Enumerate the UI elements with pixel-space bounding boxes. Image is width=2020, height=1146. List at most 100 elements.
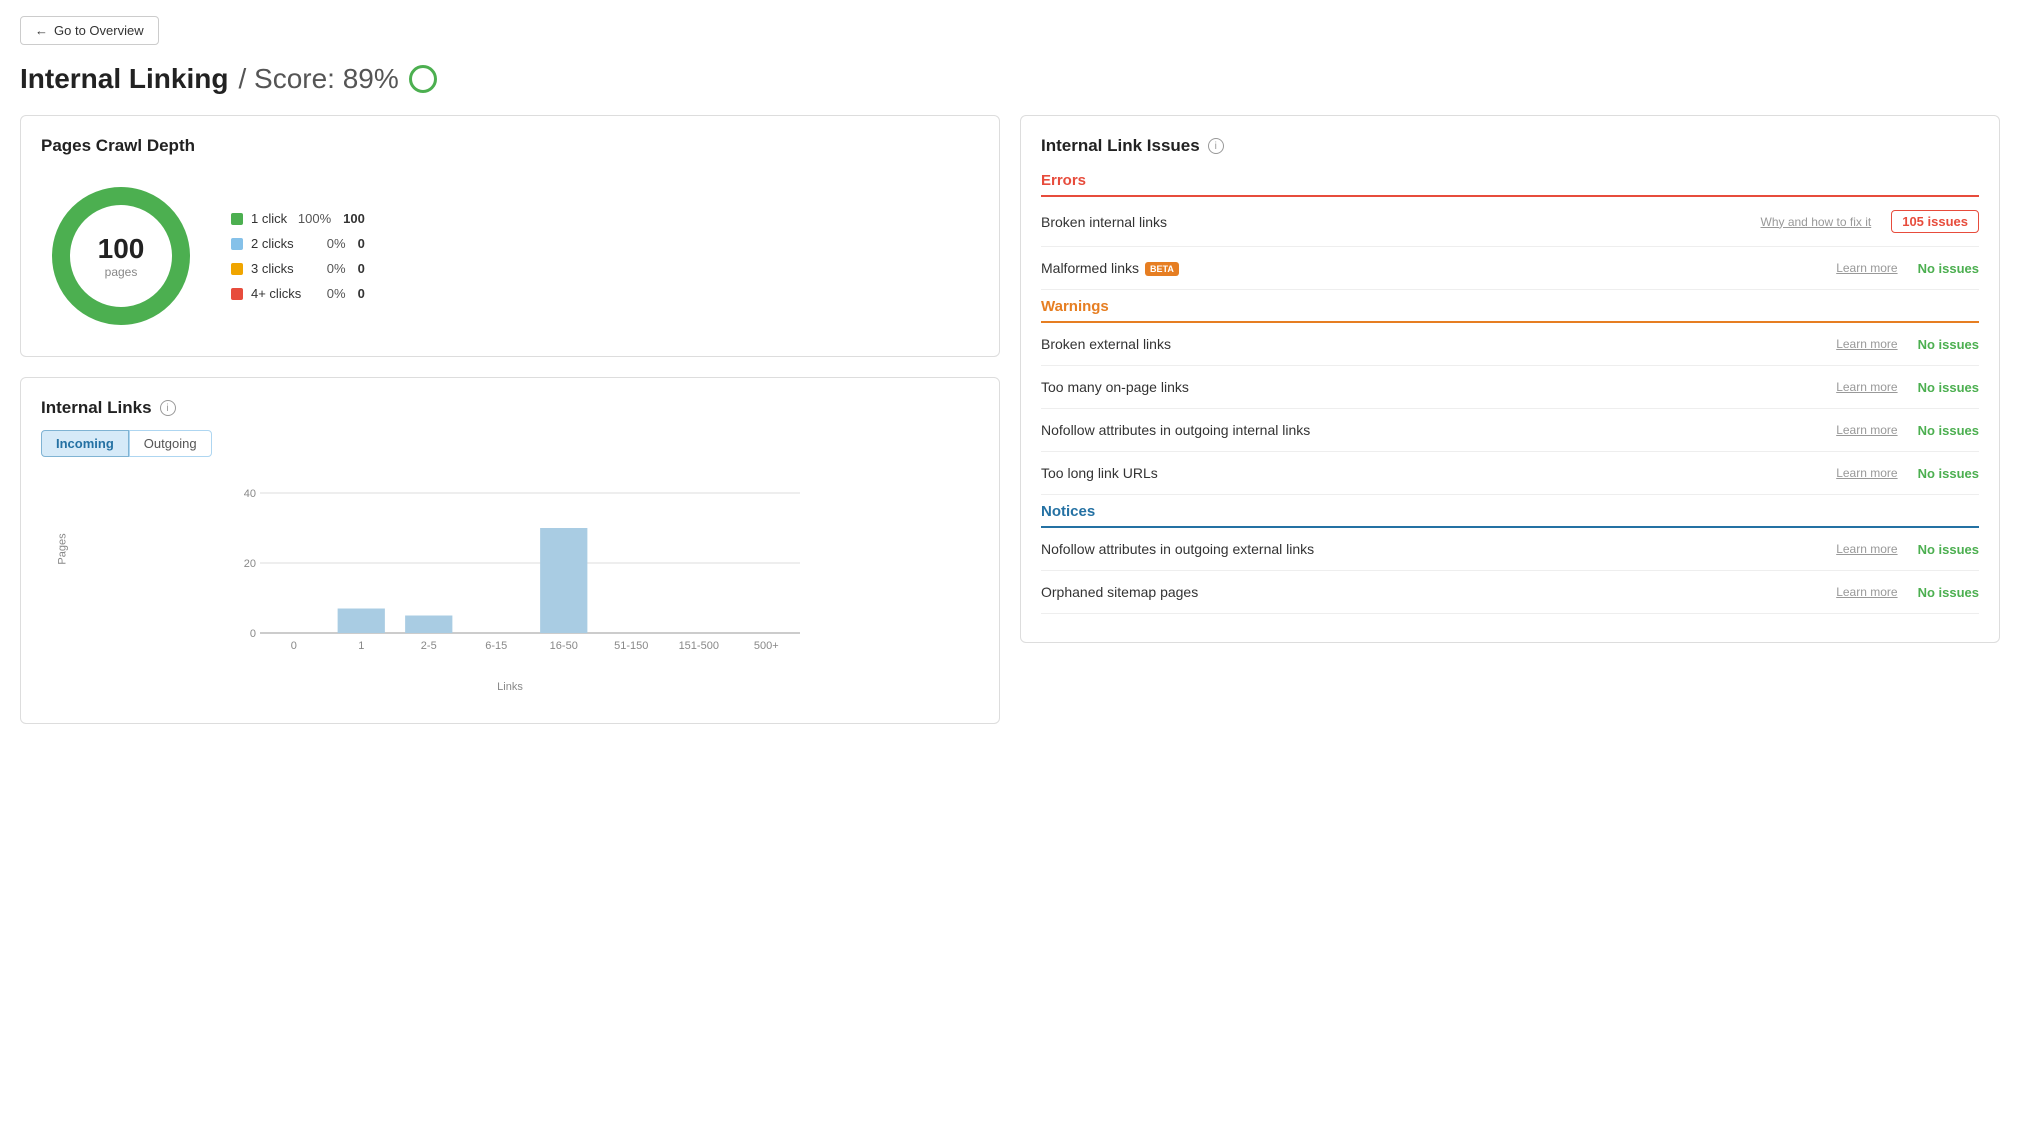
issue-count: No issues [1918,337,1979,352]
issue-name: Too many on-page links [1041,379,1836,395]
section-warnings: WarningsBroken external linksLearn moreN… [1041,298,1979,495]
tab-row: IncomingOutgoing [41,430,979,457]
y-axis-label: Pages [57,533,69,564]
issue-row: Too long link URLsLearn moreNo issues [1041,452,1979,495]
panel-title: Internal Link Issues [1041,136,1200,156]
learn-more-link[interactable]: Learn more [1836,423,1897,437]
legend-count: 0 [358,261,365,276]
donut-section: 100 pages 1 click 100% 100 2 clicks 0% 0… [41,176,979,336]
legend-label: 2 clicks [251,236,302,251]
svg-text:2-5: 2-5 [421,640,437,652]
learn-more-link[interactable]: Learn more [1836,261,1897,275]
svg-text:0: 0 [291,640,297,652]
donut-chart: 100 pages [41,176,201,336]
legend-pct: 100% [295,211,331,226]
issue-name: Nofollow attributes in outgoing internal… [1041,422,1836,438]
bar [540,528,587,633]
issue-row: Orphaned sitemap pagesLearn more No issue… [1041,571,1979,614]
info-icon: i [160,400,176,416]
section-header-warnings: Warnings [1041,298,1979,323]
legend-dot [231,238,243,250]
issues-sections: ErrorsBroken internal linksWhy and how t… [1041,172,1979,614]
bar-chart-svg: 0 20 40 0 1 2-5 6-15 16-50 51-150 151-500 500+ [91,483,969,663]
internal-links-title-row: Internal Links i [41,398,979,418]
issue-name: Malformed linksBETA [1041,260,1836,276]
main-layout: Pages Crawl Depth 100 pages [20,115,2000,724]
section-notices: NoticesNofollow attributes in outgoing e… [1041,503,1979,614]
svg-text:1: 1 [358,640,364,652]
bar [405,616,452,634]
learn-more-link[interactable]: Why and how to fix it [1761,215,1872,229]
learn-more-link[interactable]: Learn more [1836,585,1897,599]
legend-pct: 0% [310,236,346,251]
legend-item: 4+ clicks 0% 0 [231,286,365,301]
issue-count: No issues [1918,585,1979,600]
back-button[interactable]: ← Go to Overview [20,16,159,45]
donut-number: 100 [98,233,145,265]
svg-text:40: 40 [244,488,256,500]
right-panel: Internal Link Issues i ErrorsBroken inte… [1020,115,2000,643]
legend-label: 1 click [251,211,287,226]
legend-item: 3 clicks 0% 0 [231,261,365,276]
panel-title-row: Internal Link Issues i [1041,136,1979,156]
issue-name: Orphaned sitemap pages [1041,584,1836,600]
score-label: / Score: 89% [238,63,398,95]
issue-count: No issues [1918,380,1979,395]
learn-more-link[interactable]: Learn more [1836,542,1897,556]
donut-label: pages [98,265,145,279]
crawl-depth-title: Pages Crawl Depth [41,136,979,156]
tab-outgoing[interactable]: Outgoing [129,430,212,457]
legend-dot [231,213,243,225]
bar-chart-container: Pages 0 20 40 0 1 2-5 6-15 16-50 51-150 151-500 50… [41,473,979,703]
svg-text:6-15: 6-15 [485,640,507,652]
issue-count: No issues [1918,261,1979,276]
learn-more-link[interactable]: Learn more [1836,337,1897,351]
svg-text:16-50: 16-50 [550,640,578,652]
issue-row: Nofollow attributes in outgoing external… [1041,528,1979,571]
legend-pct: 0% [310,286,346,301]
svg-text:500+: 500+ [754,640,779,652]
legend-count: 0 [358,236,365,251]
issue-name: Nofollow attributes in outgoing external… [1041,541,1836,557]
page-title: Internal Linking [20,63,228,95]
crawl-depth-card: Pages Crawl Depth 100 pages [20,115,1000,357]
issue-row: Broken internal linksWhy and how to fix … [1041,197,1979,247]
learn-more-link[interactable]: Learn more [1836,466,1897,480]
arrow-left-icon: ← [35,23,48,38]
section-errors: ErrorsBroken internal linksWhy and how t… [1041,172,1979,290]
issue-count: No issues [1918,423,1979,438]
left-column: Pages Crawl Depth 100 pages [20,115,1000,724]
legend-count: 0 [358,286,365,301]
svg-text:0: 0 [250,628,256,640]
issue-row: Broken external linksLearn more No issues [1041,323,1979,366]
legend-label: 4+ clicks [251,286,302,301]
legend-item: 2 clicks 0% 0 [231,236,365,251]
issue-count: 105 issues [1891,210,1979,233]
internal-links-title: Internal Links [41,398,152,418]
panel-info-icon: i [1208,138,1224,154]
legend-dot [231,263,243,275]
crawl-depth-legend: 1 click 100% 100 2 clicks 0% 0 3 clicks … [231,211,365,301]
issue-count: No issues [1918,542,1979,557]
svg-text:51-150: 51-150 [614,640,648,652]
tab-incoming[interactable]: Incoming [41,430,129,457]
svg-text:20: 20 [244,558,256,570]
issue-name: Broken internal links [1041,214,1761,230]
page-title-row: Internal Linking / Score: 89% [20,63,2000,95]
learn-more-link[interactable]: Learn more [1836,380,1897,394]
issue-row: Nofollow attributes in outgoing internal… [1041,409,1979,452]
beta-badge: BETA [1145,262,1179,276]
legend-label: 3 clicks [251,261,302,276]
internal-links-card: Internal Links i IncomingOutgoing Pages … [20,377,1000,724]
section-header-errors: Errors [1041,172,1979,197]
legend-count: 100 [343,211,365,226]
legend-pct: 0% [310,261,346,276]
back-label: Go to Overview [54,23,144,38]
x-axis-label: Links [497,681,523,693]
svg-text:151-500: 151-500 [679,640,719,652]
bar [338,609,385,634]
page-wrapper: ← Go to Overview Internal Linking / Scor… [0,0,2020,1146]
legend-dot [231,288,243,300]
issue-name: Broken external links [1041,336,1836,352]
legend-item: 1 click 100% 100 [231,211,365,226]
